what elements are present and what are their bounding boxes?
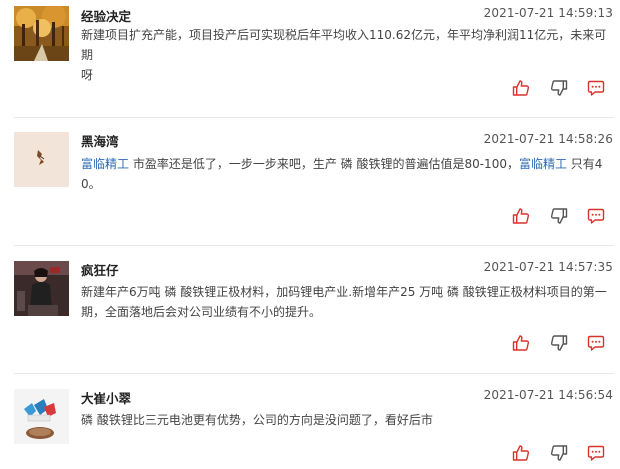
comment-text: 磷 酸铁锂比三元电池更有优势，公司的方向是没问题了，看好后市 (81, 410, 611, 430)
comment-feed: 经验决定 2021-07-21 14:59:13 新建项目扩充产能，项目投产后可… (0, 0, 620, 469)
chat-bubble-icon (587, 445, 605, 461)
comment-text-line: 0。 (81, 177, 101, 191)
like-button[interactable] (512, 444, 530, 462)
avatar[interactable] (14, 6, 69, 61)
like-button[interactable] (512, 334, 530, 352)
thumbs-down-icon (550, 80, 568, 96)
comment-text-line: 新建年产6万吨 磷 酸铁锂正极材料，加码锂电产业.新增年产25 万吨 磷 酸铁锂… (81, 285, 607, 299)
timestamp: 2021-07-21 14:57:35 (483, 260, 613, 274)
thumbs-up-icon (512, 335, 530, 351)
username[interactable]: 疯狂仔 (81, 260, 119, 279)
comment-text: 新建项目扩充产能，项目投产后可实现税后年平均收入110.62亿元，年平均净利润1… (81, 25, 611, 85)
comment-actions (512, 444, 612, 462)
comment-actions (512, 334, 612, 352)
avatar[interactable] (14, 261, 69, 316)
comment-item: 经验决定 2021-07-21 14:59:13 新建项目扩充产能，项目投产后可… (0, 0, 620, 118)
chat-bubble-icon (587, 335, 605, 351)
thumbs-down-icon (550, 335, 568, 351)
comment-actions (512, 207, 612, 225)
reply-button[interactable] (587, 444, 605, 462)
dislike-button[interactable] (550, 79, 568, 97)
comment-text: 富临精工 市盈率还是低了，一步一步来吧，生产 磷 酸铁锂的普遍估值是80-100… (81, 154, 611, 194)
chat-bubble-icon (587, 208, 605, 224)
dislike-button[interactable] (550, 334, 568, 352)
comment-actions (512, 79, 612, 97)
timestamp: 2021-07-21 14:56:54 (483, 388, 613, 402)
dislike-button[interactable] (550, 444, 568, 462)
dislike-button[interactable] (550, 207, 568, 225)
thumbs-up-icon (512, 80, 530, 96)
comment-text-line: 期，全面落地后会对公司业绩有不小的提升。 (81, 305, 322, 319)
comment-text-line: 富临精工 市盈率还是低了，一步一步来吧，生产 磷 酸铁锂的普遍估值是80-100… (81, 154, 611, 174)
username[interactable]: 黑海湾 (81, 131, 119, 150)
reply-button[interactable] (587, 207, 605, 225)
reply-button[interactable] (587, 79, 605, 97)
username[interactable]: 大崔小翠 (81, 388, 131, 407)
thumbs-up-icon (512, 208, 530, 224)
username[interactable]: 经验决定 (81, 6, 131, 25)
comment-text-line: 新建项目扩充产能，项目投产后可实现税后年平均收入110.62亿元，年平均净利润1… (81, 28, 607, 62)
thumbs-up-icon (512, 445, 530, 461)
stock-link[interactable]: 富临精工 (519, 157, 567, 171)
comment-text-segment: 市盈率还是低了，一步一步来吧，生产 磷 酸铁锂的普遍估值是80-100， (129, 157, 519, 171)
chat-bubble-icon (587, 80, 605, 96)
avatar[interactable] (14, 132, 69, 187)
timestamp: 2021-07-21 14:59:13 (483, 6, 613, 20)
comment-text: 新建年产6万吨 磷 酸铁锂正极材料，加码锂电产业.新增年产25 万吨 磷 酸铁锂… (81, 282, 611, 322)
comment-text-segment: 只有4 (566, 157, 603, 171)
timestamp: 2021-07-21 14:58:26 (483, 132, 613, 146)
comment-item: 疯狂仔 2021-07-21 14:57:35 新建年产6万吨 磷 酸铁锂正极材… (0, 246, 620, 374)
like-button[interactable] (512, 79, 530, 97)
thumbs-down-icon (550, 208, 568, 224)
stock-link[interactable]: 富临精工 (81, 157, 129, 171)
comment-item: 黑海湾 2021-07-21 14:58:26 富临精工 市盈率还是低了，一步一… (0, 118, 620, 246)
thumbs-down-icon (550, 445, 568, 461)
comment-item: 大崔小翠 2021-07-21 14:56:54 磷 酸铁锂比三元电池更有优势，… (0, 374, 620, 469)
comment-text-line: 磷 酸铁锂比三元电池更有优势，公司的方向是没问题了，看好后市 (81, 413, 433, 427)
avatar[interactable] (14, 389, 69, 444)
like-button[interactable] (512, 207, 530, 225)
reply-button[interactable] (587, 334, 605, 352)
